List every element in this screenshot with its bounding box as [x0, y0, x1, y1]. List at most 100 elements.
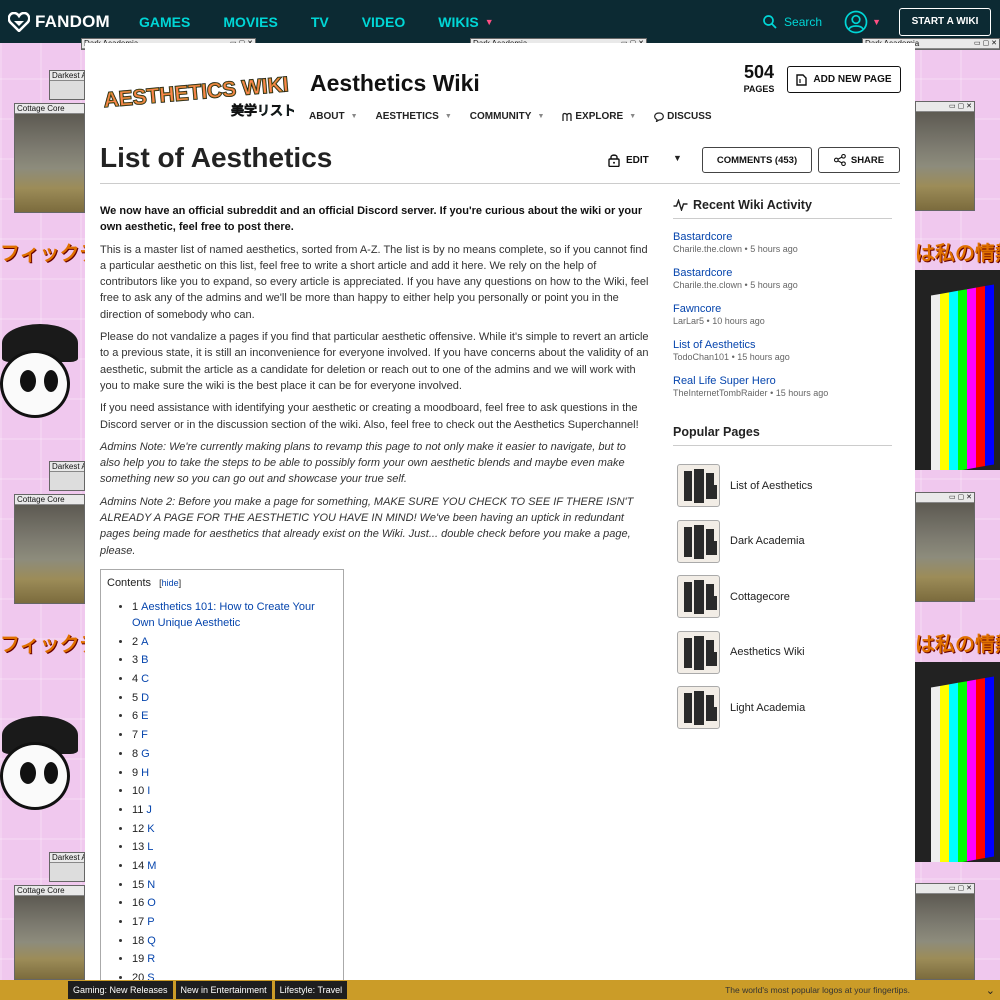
toc-header: Contents [hide] [107, 577, 182, 589]
fandom-logo[interactable]: FANDOM [8, 0, 116, 43]
pages-counter[interactable]: 504 PAGES [735, 62, 783, 94]
topnav-link-label: VIDEO [361, 13, 406, 30]
toc-item: 10I [132, 783, 337, 799]
background-window: Cottage Core [14, 103, 85, 213]
activity-page-link[interactable]: Fawncore [673, 303, 892, 315]
toc-item-number: 8 [132, 747, 139, 760]
background-window: ▭ ▢ ✕ [915, 101, 975, 211]
wiki-nav-explore[interactable]: EXPLORE ▼ [562, 111, 636, 122]
article-paragraph: We now have an official subreddit and an… [100, 205, 643, 234]
user-icon [844, 10, 868, 33]
separator-dot: • [742, 280, 751, 290]
activity-page-link[interactable]: List of Aesthetics [673, 339, 892, 351]
activity-user[interactable]: Charile.the.clown [673, 280, 742, 290]
popular-page-item[interactable]: Dark Academia [673, 514, 892, 570]
wiki-nav-label: AESTHETICS [375, 111, 439, 122]
add-new-page-button[interactable]: ADD NEW PAGE [787, 66, 901, 93]
wiki-nav-about[interactable]: ABOUT ▼ [309, 111, 358, 122]
separator-dot: • [704, 316, 713, 326]
edit-dropdown-chevron-icon[interactable]: ▼ [673, 153, 682, 163]
toc-item-link[interactable]: G [141, 748, 150, 760]
toc-item: 19R [132, 951, 337, 967]
edit-button[interactable]: EDIT [608, 153, 649, 167]
popular-page-thumbnail [677, 686, 720, 730]
share-button[interactable]: SHARE [818, 147, 900, 173]
popular-page-thumbnail [677, 575, 720, 619]
toc-item-number: 15 [132, 878, 145, 891]
fandom-global-nav: FANDOM GAMES MOVIES TV VIDEO WIKIS ▼ Search ▼… [0, 0, 1000, 43]
toc-item-link[interactable]: K [147, 823, 154, 835]
popular-pages-list: List of Aesthetics Dark Academia Cottageco… [673, 458, 892, 736]
search-label: Search [784, 14, 823, 29]
wiki-nav-aesthetics[interactable]: AESTHETICS ▼ [376, 111, 452, 122]
toc-item-link[interactable]: I [147, 785, 150, 797]
popular-page-item[interactable]: Light Academia [673, 680, 892, 736]
topnav-link-tv[interactable]: TV [311, 14, 329, 30]
activity-item: List of Aesthetics TodoChan101 • 15 hours… [673, 339, 892, 375]
topnav-link-movies[interactable]: MOVIES [223, 14, 277, 30]
activity-user[interactable]: LarLar5 [673, 316, 704, 326]
bottom-bar-tab[interactable]: Gaming: New Releases [68, 981, 173, 999]
toc-item-number: 20 [132, 972, 145, 980]
wiki-logo[interactable]: AESTHETICS WIKI AESTHETICS WIKI 美学リスト [101, 69, 294, 117]
toc-item-link[interactable]: C [141, 673, 149, 685]
bottom-bar-tab[interactable]: Lifestyle: Travel [274, 981, 348, 999]
toc-item-link[interactable]: S [147, 972, 154, 980]
toc-item-link[interactable]: P [147, 916, 154, 928]
toc-item-link[interactable]: A [141, 636, 148, 648]
background-window: ▭ ▢ ✕ [915, 492, 975, 602]
activity-page-link[interactable]: Bastardcore [673, 267, 892, 279]
japanese-text: は私の情熱 [915, 243, 1000, 265]
logo-subtext: 美学リスト [231, 103, 294, 117]
toc-item: 16O [132, 895, 337, 911]
toc-item-link[interactable]: F [141, 729, 148, 741]
toc-item-link[interactable]: M [147, 860, 156, 872]
toc-item-link[interactable]: N [147, 879, 155, 891]
wiki-name[interactable]: Aesthetics Wiki [310, 70, 480, 97]
activity-user[interactable]: TodoChan101 [673, 352, 729, 362]
toc-item-number: 5 [132, 691, 139, 704]
toc-item-number: 10 [132, 785, 145, 798]
toc-item-link[interactable]: O [147, 897, 156, 909]
toc-item-link[interactable]: D [141, 692, 149, 704]
background-window: ▭ ▢ ✕ [915, 883, 975, 980]
bottom-bar-tab[interactable]: New in Entertainment [175, 981, 272, 999]
wiki-nav-community[interactable]: COMMUNITY ▼ [470, 111, 545, 122]
comments-button[interactable]: COMMENTS (453) [702, 147, 812, 173]
toc-item-link[interactable]: Q [147, 935, 156, 947]
toc-item-link[interactable]: R [147, 953, 155, 965]
toc-item: 13L [132, 839, 337, 855]
chevron-down-icon[interactable]: ⌄ [986, 984, 995, 997]
toc-item-link[interactable]: H [141, 767, 149, 779]
toc-item: 14M [132, 858, 337, 874]
activity-user[interactable]: Charile.the.clown [673, 244, 742, 254]
popular-page-item[interactable]: List of Aesthetics [673, 458, 892, 514]
topnav-link-wikis[interactable]: WIKIS ▼ [438, 14, 493, 30]
search-button[interactable]: Search [763, 15, 822, 29]
popular-pages-title: Popular Pages [673, 425, 892, 446]
recent-activity-header: Recent Wiki Activity [673, 198, 892, 219]
popular-page-item[interactable]: Cottagecore [673, 569, 892, 625]
toc-item-link[interactable]: L [147, 841, 153, 853]
user-menu[interactable]: ▼ [844, 10, 881, 34]
toc-item: 12K [132, 821, 337, 837]
topnav-link-video[interactable]: VIDEO [362, 14, 406, 30]
start-a-wiki-button[interactable]: START A WIKI [899, 7, 991, 36]
toc-item-link[interactable]: B [141, 654, 148, 666]
topnav-link-games[interactable]: GAMES [139, 14, 190, 30]
toc-item-number: 6 [132, 710, 139, 723]
window-title: Cottage Core [15, 495, 84, 505]
toc-item-number: 7 [132, 729, 139, 742]
window-title: Darkest A [50, 853, 84, 863]
toc-item-link[interactable]: E [141, 710, 148, 722]
activity-page-link[interactable]: Bastardcore [673, 231, 892, 243]
popular-page-item[interactable]: Aesthetics Wiki [673, 625, 892, 681]
popular-page-thumbnail [677, 519, 720, 563]
toc-hide-link[interactable]: hide [162, 578, 179, 588]
toc-item-link[interactable]: Aesthetics 101: How to Create Your Own U… [132, 601, 315, 629]
wiki-nav-discuss[interactable]: DISCUSS [654, 111, 712, 122]
popular-page-thumbnail [677, 630, 720, 674]
toc-item-link[interactable]: J [146, 804, 152, 816]
activity-user[interactable]: TheInternetTombRaider [673, 388, 768, 398]
activity-page-link[interactable]: Real Life Super Hero [673, 375, 892, 387]
